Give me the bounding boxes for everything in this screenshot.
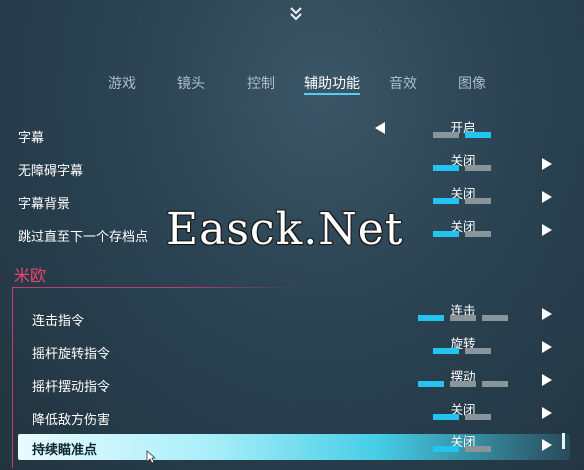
tab-accessibility-label: 辅助功能: [304, 76, 360, 92]
scrollbar-thumb[interactable]: [562, 433, 565, 449]
tab-game[interactable]: 游戏: [108, 73, 136, 93]
option-bar-1: [433, 348, 459, 354]
option-bar-3: [482, 315, 508, 321]
option-bar-2: [465, 165, 491, 171]
tab-graphics[interactable]: 图像: [458, 73, 486, 93]
option-bar-1: [418, 381, 444, 387]
setting-row-accessible-subtitles[interactable]: 无障碍字幕 关闭: [0, 153, 584, 183]
tab-camera[interactable]: 镜头: [177, 73, 205, 93]
setting-value: 关闭: [450, 186, 476, 201]
triangle-right-icon[interactable]: [540, 438, 554, 452]
triangle-left-icon[interactable]: [373, 121, 387, 135]
section-divider: [180, 287, 300, 288]
triangle-right-icon[interactable]: [540, 406, 554, 420]
setting-value: 关闭: [450, 219, 476, 234]
setting-label: 摇杆旋转指令: [32, 347, 111, 362]
setting-row-subtitles[interactable]: 字幕 开启: [0, 120, 584, 150]
option-bar-2: [465, 132, 491, 138]
setting-value: 关闭: [450, 434, 476, 449]
triangle-right-icon[interactable]: [540, 223, 554, 237]
triangle-right-icon[interactable]: [540, 307, 554, 321]
option-bar-2: [465, 348, 491, 354]
setting-label: 摇杆摆动指令: [32, 380, 111, 395]
tab-audio[interactable]: 音效: [389, 73, 417, 93]
option-bar-2: [465, 231, 491, 237]
setting-label: 字幕背景: [18, 197, 71, 212]
triangle-right-icon[interactable]: [540, 340, 554, 354]
triangle-right-icon[interactable]: [540, 190, 554, 204]
option-bar-2: [450, 381, 476, 387]
setting-label: 无障碍字幕: [18, 164, 84, 179]
option-bar-1: [433, 231, 459, 237]
option-bar-1: [418, 315, 444, 321]
triangle-right-icon[interactable]: [540, 373, 554, 387]
tab-accessibility[interactable]: 辅助功能: [304, 73, 360, 95]
active-tab-underline: [304, 93, 360, 95]
double-chevron-down-icon[interactable]: [288, 6, 304, 22]
setting-label: 跳过直至下一个存档点: [18, 230, 149, 245]
option-bar-1: [433, 446, 459, 452]
triangle-right-icon[interactable]: [540, 157, 554, 171]
option-bar-2: [465, 198, 491, 204]
watermark: Easck.Net: [166, 204, 404, 255]
mouse-cursor-icon: [146, 450, 156, 464]
settings-tabs: 游戏 镜头 控制 辅助功能 音效 图像: [0, 73, 584, 95]
setting-label: 字幕: [18, 131, 45, 146]
setting-row-stick-rotate-command[interactable]: 摇杆旋转指令 旋转: [0, 336, 584, 366]
setting-value: 关闭: [450, 153, 476, 168]
setting-label: 持续瞄准点: [32, 443, 98, 458]
section-title-mio: 米欧: [14, 266, 47, 285]
tab-controls[interactable]: 控制: [247, 73, 275, 93]
setting-row-combo-command[interactable]: 连击指令 连击: [0, 303, 584, 333]
setting-value: 旋转: [450, 336, 476, 351]
setting-value: 开启: [450, 120, 476, 135]
option-bar-1: [433, 198, 459, 204]
option-bar-1: [433, 165, 459, 171]
option-bar-3: [482, 381, 508, 387]
setting-row-reduce-enemy-damage[interactable]: 降低敌方伤害 关闭: [0, 402, 584, 432]
option-bar-1: [433, 132, 459, 138]
setting-row-stick-swing-command[interactable]: 摇杆摆动指令 摆动: [0, 369, 584, 399]
option-bar-2: [465, 414, 491, 420]
setting-label: 降低敌方伤害: [32, 413, 111, 428]
option-bar-2: [465, 446, 491, 452]
setting-label: 连击指令: [32, 314, 85, 329]
setting-row-persistent-aim-point[interactable]: 持续瞄准点 关闭: [0, 434, 584, 464]
setting-value: 关闭: [450, 402, 476, 417]
option-bar-2: [450, 315, 476, 321]
option-bar-1: [433, 414, 459, 420]
